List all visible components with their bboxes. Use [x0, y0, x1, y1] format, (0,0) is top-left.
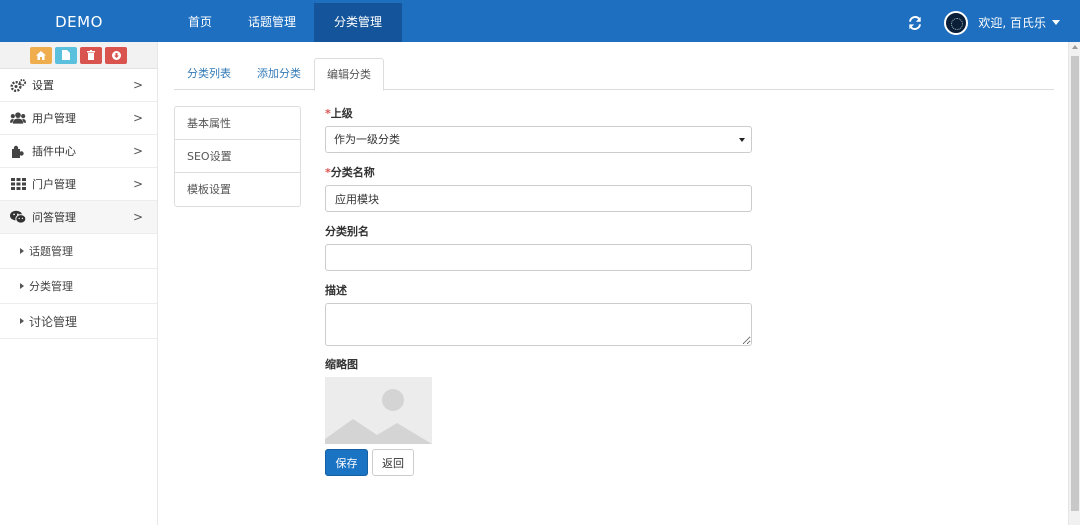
sidebar-item-label: 问答管理	[32, 211, 76, 224]
description-group: 描述	[325, 283, 753, 357]
sidebar-subitem-categories[interactable]: 分类管理	[0, 269, 157, 304]
trash-icon	[87, 50, 95, 60]
form-actions: 保存 返回	[325, 449, 753, 476]
top-navbar: DEMO 首页 话题管理 分类管理 欢迎, 百氏乐	[0, 0, 1080, 42]
sidebar-item-settings[interactable]: 设置 >	[0, 69, 157, 102]
sidebar-subitem-label: 分类管理	[29, 280, 73, 293]
nav-category-management[interactable]: 分类管理	[314, 3, 403, 42]
users-icon	[10, 111, 26, 125]
category-alias-input[interactable]	[325, 244, 752, 271]
thumbnail-label: 缩略图	[325, 358, 358, 371]
alias-label: 分类别名	[325, 225, 369, 238]
sidebar-subitem-topics[interactable]: 话题管理	[0, 234, 157, 269]
back-button[interactable]: 返回	[372, 449, 414, 476]
image-placeholder-icon	[325, 377, 432, 444]
puzzle-icon	[10, 144, 26, 158]
user-area: 欢迎, 百氏乐	[908, 3, 1060, 42]
chevron-right-icon: >	[132, 210, 143, 224]
welcome-user[interactable]: 欢迎, 百氏乐	[978, 14, 1046, 31]
shortcut-bar	[0, 42, 157, 69]
thumbnail-group: 缩略图	[325, 357, 753, 449]
sidebar-subitem-label: 话题管理	[29, 245, 73, 258]
save-button[interactable]: 保存	[325, 449, 368, 476]
sidebar-item-portal[interactable]: 门户管理 >	[0, 168, 157, 201]
trash-shortcut-button[interactable]	[80, 46, 102, 64]
caret-right-icon	[20, 318, 24, 324]
brand-logo[interactable]: DEMO	[0, 3, 158, 42]
refresh-icon[interactable]	[908, 15, 922, 30]
file-shortcut-button[interactable]	[55, 46, 77, 64]
grid-icon	[10, 177, 26, 191]
name-label: *分类名称	[325, 165, 753, 185]
sidebar-item-label: 插件中心	[32, 145, 76, 158]
parent-label-text: 上级	[330, 107, 353, 120]
dropdown-arrow-icon	[739, 138, 745, 142]
caret-down-icon[interactable]	[1052, 20, 1060, 25]
download-shortcut-button[interactable]	[105, 46, 127, 64]
subnav-template-settings[interactable]: 模板设置	[175, 173, 300, 206]
wechat-icon	[10, 210, 26, 224]
sidebar-subitem-discussions[interactable]: 讨论管理	[0, 304, 157, 339]
chevron-right-icon: >	[132, 177, 143, 191]
category-tabs: 分类列表 添加分类 编辑分类	[174, 58, 1054, 91]
top-nav: 首页 话题管理 分类管理	[170, 3, 403, 42]
parent-group: *上级 作为一级分类	[325, 106, 753, 165]
subnav-seo-settings[interactable]: SEO设置	[175, 140, 300, 173]
chevron-right-icon: >	[132, 111, 143, 125]
main-content: 分类列表 添加分类 编辑分类 基本属性 SEO设置 模板设置 *上级 作为一级分…	[174, 42, 1054, 525]
home-icon	[36, 50, 46, 60]
scrollbar-thumb[interactable]	[1071, 56, 1079, 511]
nav-home[interactable]: 首页	[170, 3, 230, 42]
home-shortcut-button[interactable]	[30, 46, 52, 64]
settings-subnav: 基本属性 SEO设置 模板设置	[174, 106, 301, 207]
avatar[interactable]	[944, 10, 969, 35]
description-textarea[interactable]	[325, 303, 752, 346]
sidebar-item-qa[interactable]: 问答管理 >	[0, 201, 157, 234]
edit-category-form: *上级 作为一级分类 *分类名称 分类别名 描述 缩略图	[325, 106, 753, 476]
page-scrollbar[interactable]	[1068, 42, 1080, 525]
alias-group: 分类别名	[325, 224, 753, 283]
sidebar-item-label: 门户管理	[32, 178, 76, 191]
scroll-up-icon[interactable]	[1072, 45, 1078, 49]
chevron-right-icon: >	[132, 144, 143, 158]
gears-icon	[10, 78, 26, 92]
caret-right-icon	[20, 248, 24, 254]
sidebar-subitem-label: 讨论管理	[29, 314, 78, 329]
chevron-right-icon: >	[132, 78, 143, 92]
sidebar: 设置 > 用户管理 > 插件中心 > 门户管理 > 问答管理 > 话题管理 分类…	[0, 42, 158, 525]
subnav-basic-properties[interactable]: 基本属性	[175, 107, 300, 140]
parent-select[interactable]: 作为一级分类	[325, 126, 752, 153]
name-label-text: 分类名称	[330, 166, 375, 179]
sidebar-item-plugins[interactable]: 插件中心 >	[0, 135, 157, 168]
parent-label: *上级	[325, 106, 753, 126]
tab-add-category[interactable]: 添加分类	[244, 58, 314, 90]
category-name-input[interactable]	[325, 185, 752, 212]
tab-category-list[interactable]: 分类列表	[174, 58, 244, 90]
caret-right-icon	[20, 283, 24, 289]
sidebar-item-label: 设置	[32, 79, 54, 92]
parent-select-value: 作为一级分类	[334, 133, 400, 146]
description-label: 描述	[325, 284, 347, 297]
thumbnail-placeholder[interactable]	[325, 377, 432, 444]
tab-edit-category[interactable]: 编辑分类	[314, 58, 384, 91]
name-group: *分类名称	[325, 165, 753, 224]
sidebar-item-label: 用户管理	[32, 112, 76, 125]
sidebar-item-users[interactable]: 用户管理 >	[0, 102, 157, 135]
file-icon	[62, 50, 70, 60]
cloud-download-icon	[111, 50, 121, 60]
nav-topic-management[interactable]: 话题管理	[230, 3, 314, 42]
